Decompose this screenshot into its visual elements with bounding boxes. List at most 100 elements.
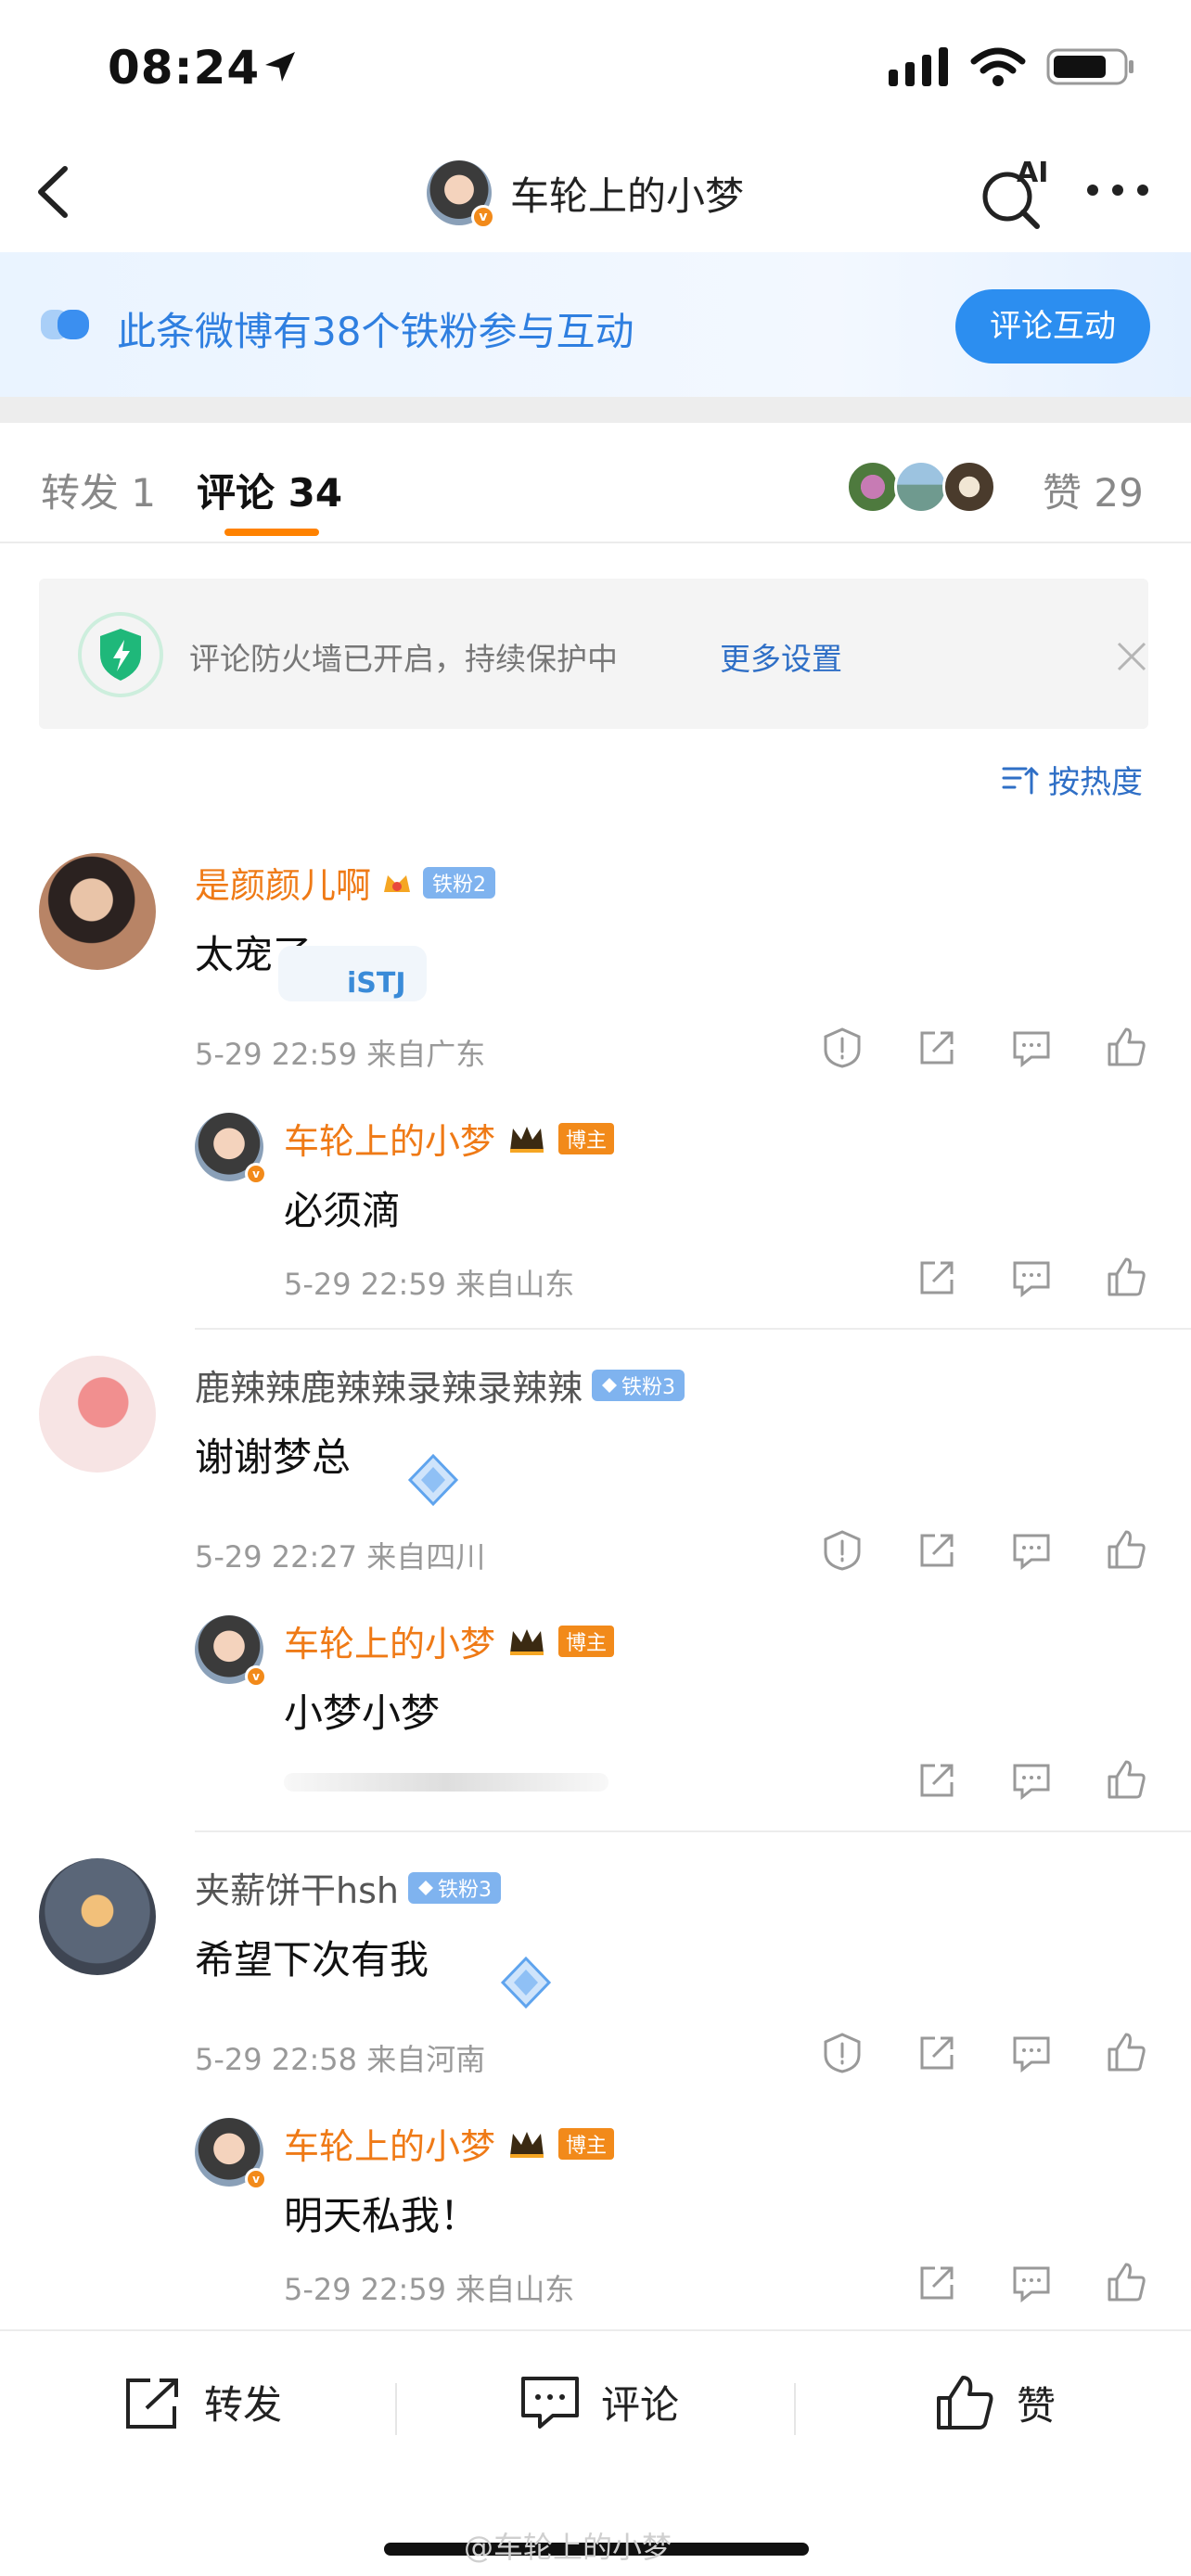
comment-actions	[820, 2031, 1148, 2075]
share-icon[interactable]	[915, 1256, 959, 1300]
location-arrow-icon	[265, 52, 295, 82]
commenter-name-text: 是颜颜儿啊	[195, 865, 372, 906]
back-arrow-icon[interactable]	[28, 159, 83, 224]
reply-author-text: 车轮上的小梦	[284, 1624, 496, 1664]
like-icon[interactable]	[1104, 2261, 1148, 2305]
crown-fan-icon	[384, 874, 411, 892]
firewall-notice: 评论防火墙已开启，持续保护中 更多设置	[39, 579, 1148, 729]
separator	[794, 2383, 796, 2435]
report-icon[interactable]	[820, 1026, 864, 1070]
sort-label: 按热度	[1048, 764, 1143, 801]
like-icon	[937, 2376, 993, 2429]
comment-button[interactable]: 评论	[519, 2374, 679, 2430]
fan-badge: 铁粉3	[407, 1871, 501, 1904]
share-icon[interactable]	[915, 1528, 959, 1573]
avatar[interactable]	[39, 1356, 156, 1473]
reply-actions	[915, 1758, 1148, 1803]
fan-badge-label: 铁粉3	[437, 1878, 492, 1902]
avatar[interactable]: v	[195, 1113, 267, 1185]
forward-label: 转发	[204, 2382, 283, 2428]
reply-icon[interactable]	[1009, 1026, 1054, 1070]
reply-icon[interactable]	[1009, 1256, 1054, 1300]
reply-actions	[915, 2261, 1148, 2305]
comment-interact-button[interactable]: 评论互动	[955, 289, 1150, 363]
status-bar: 08:24	[0, 0, 1191, 139]
more-icon[interactable]	[1085, 176, 1150, 204]
comment-label: 评论	[601, 2382, 680, 2428]
like-icon[interactable]	[1104, 2031, 1148, 2075]
avatar[interactable]: v	[195, 2118, 267, 2190]
comment-meta: 5-29 22:58 来自河南	[195, 2042, 486, 2077]
reply-author-text: 车轮上的小梦	[284, 2126, 496, 2167]
fan-badge: 铁粉2	[423, 866, 496, 899]
reply-author-name[interactable]: 车轮上的小梦 博主	[284, 1113, 615, 1164]
diamond-sticker-icon	[500, 1956, 552, 2009]
comment-actions	[820, 1528, 1148, 1573]
report-icon[interactable]	[820, 2031, 864, 2075]
close-icon[interactable]	[1115, 640, 1148, 673]
istj-sticker-icon: iSTJ	[278, 946, 427, 1001]
shield-icon	[78, 612, 163, 697]
author-badge: 博主	[558, 1122, 615, 1154]
notice-text: 评论防火墙已开启，持续保护中	[189, 641, 618, 677]
ai-label: AI	[1017, 157, 1048, 189]
share-icon[interactable]	[915, 1026, 959, 1070]
commenter-name-text: 夹薪饼干hsh	[195, 1870, 399, 1911]
diamond-icon	[417, 1880, 433, 1895]
nav-user[interactable]: v 车轮上的小梦	[427, 156, 744, 230]
avatar[interactable]: v	[195, 1615, 267, 1688]
reply-icon[interactable]	[1009, 1758, 1054, 1803]
tab-bar: 转发 1 评论 34 赞 29	[0, 423, 1191, 543]
fan-badge: 铁粉3	[592, 1369, 685, 1401]
more-settings-link[interactable]: 更多设置	[720, 634, 842, 679]
forward-button[interactable]: 转发	[122, 2374, 282, 2430]
like-icon[interactable]	[1104, 1026, 1148, 1070]
tab-comment[interactable]: 评论 34	[197, 462, 342, 518]
avatar	[942, 460, 996, 514]
share-icon[interactable]	[915, 1758, 959, 1803]
reply-author-name[interactable]: 车轮上的小梦 博主	[284, 1615, 615, 1666]
crown-icon	[510, 1628, 544, 1655]
share-icon[interactable]	[915, 2261, 959, 2305]
reply-icon[interactable]	[1009, 2031, 1054, 2075]
comment-meta: 5-29 22:59 来自广东	[195, 1037, 486, 1072]
reply-meta: 5-29 22:59 来自山东	[284, 2272, 575, 2307]
iron-fan-banner: 此条微博有38个铁粉参与互动 评论互动	[0, 252, 1191, 397]
crown-icon	[510, 1126, 544, 1153]
banner-text: 此条微博有38个铁粉参与互动	[117, 309, 634, 354]
avatar: v	[427, 160, 495, 229]
reply-icon[interactable]	[1009, 1528, 1054, 1573]
author-badge: 博主	[558, 2127, 615, 2160]
sort-by-hot[interactable]: 按热度	[1002, 757, 1143, 802]
reply-actions	[915, 1256, 1148, 1300]
tab-like[interactable]: 赞 29	[1043, 462, 1144, 518]
avatar	[894, 460, 948, 514]
tab-forward[interactable]: 转发 1	[41, 462, 156, 518]
comment-text: 谢谢梦总	[195, 1435, 352, 1480]
page-title: 车轮上的小梦	[510, 172, 745, 219]
reply-author-name[interactable]: 车轮上的小梦 博主	[284, 2118, 615, 2169]
verified-badge-icon: v	[245, 1163, 267, 1185]
like-icon[interactable]	[1104, 1256, 1148, 1300]
report-icon[interactable]	[820, 1528, 864, 1573]
liker-avatars[interactable]	[846, 460, 996, 514]
ai-search-icon[interactable]: AI	[976, 156, 1050, 230]
comment-divider	[195, 1830, 1191, 1832]
author-badge: 博主	[558, 1625, 615, 1657]
avatar[interactable]	[39, 853, 156, 970]
like-icon[interactable]	[1104, 1758, 1148, 1803]
commenter-name[interactable]: 鹿辣辣鹿辣辣录辣录辣辣 铁粉3	[195, 1359, 685, 1410]
reply-icon[interactable]	[1009, 2261, 1054, 2305]
like-icon[interactable]	[1104, 1528, 1148, 1573]
diamond-sticker-icon	[407, 1453, 459, 1507]
like-button[interactable]: 赞	[935, 2374, 1056, 2431]
crown-icon	[510, 2131, 544, 2158]
fan-badge-label: 铁粉3	[621, 1375, 676, 1399]
reply-text: 小梦小梦	[284, 1690, 441, 1736]
tab-active-indicator	[224, 529, 319, 536]
reply-meta: 5-29 22:59 来自山东	[284, 1267, 575, 1302]
commenter-name[interactable]: 是颜颜儿啊 铁粉2	[195, 857, 496, 908]
avatar[interactable]	[39, 1858, 156, 1975]
share-icon[interactable]	[915, 2031, 959, 2075]
commenter-name[interactable]: 夹薪饼干hsh 铁粉3	[195, 1862, 501, 1913]
